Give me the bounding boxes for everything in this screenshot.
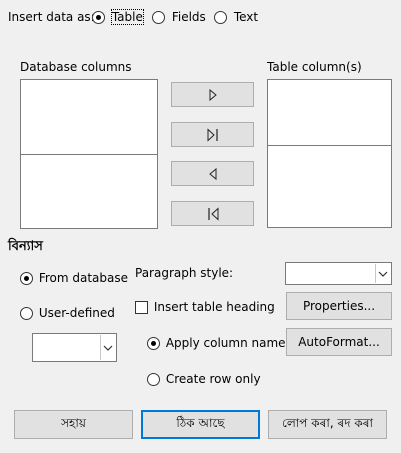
radio-create-row-only[interactable]: Create row only: [147, 371, 261, 387]
table-columns-label: Table column(s): [267, 60, 362, 74]
database-columns-label: Database columns: [20, 60, 132, 74]
radio-table-label: Table: [110, 9, 144, 25]
chevron-down-icon[interactable]: [375, 264, 390, 283]
radio-text[interactable]: Text: [214, 9, 258, 25]
radio-table-indicator[interactable]: [92, 11, 105, 24]
radio-apply-column-name-indicator[interactable]: [147, 337, 160, 350]
table-columns-divider: [268, 145, 391, 146]
radio-user-defined[interactable]: User-defined: [20, 305, 115, 321]
insert-table-heading-label: Insert table heading: [153, 300, 275, 314]
insert-data-as-label: Insert data as:: [8, 10, 95, 24]
radio-apply-column-name-label: Apply column name: [165, 336, 286, 350]
move-all-right-icon: [207, 127, 219, 142]
database-columns-list[interactable]: [20, 79, 158, 229]
radio-create-row-only-indicator[interactable]: [147, 373, 160, 386]
help-button[interactable]: সহায়: [14, 410, 133, 439]
move-right-button[interactable]: [171, 82, 254, 107]
cancel-button[interactable]: লোপ কৰা, ৰদ কৰা: [268, 410, 387, 439]
format-heading: বিন্যাস: [8, 239, 43, 254]
paragraph-style-select[interactable]: [285, 262, 392, 285]
ok-button-label: ঠিক আছে: [176, 415, 225, 430]
chevron-down-icon[interactable]: [100, 335, 115, 360]
move-all-left-icon: [207, 206, 219, 221]
insert-table-heading-box[interactable]: [135, 301, 148, 314]
help-button-label: সহায়: [61, 415, 86, 430]
ok-button[interactable]: ঠিক আছে: [141, 410, 260, 439]
move-left-icon: [208, 167, 218, 180]
move-all-right-button[interactable]: [171, 122, 254, 147]
move-all-left-button[interactable]: [171, 201, 254, 226]
radio-from-database-indicator[interactable]: [20, 272, 33, 285]
radio-fields[interactable]: Fields: [152, 9, 206, 25]
autoformat-button-label: AutoFormat...: [298, 335, 380, 349]
user-defined-format-select[interactable]: [32, 333, 117, 362]
properties-button-label: Properties...: [302, 299, 376, 313]
radio-user-defined-label: User-defined: [38, 306, 115, 320]
radio-user-defined-indicator[interactable]: [20, 307, 33, 320]
radio-apply-column-name[interactable]: Apply column name: [147, 335, 286, 351]
radio-from-database[interactable]: From database: [20, 270, 128, 286]
radio-fields-indicator[interactable]: [152, 11, 165, 24]
paragraph-style-label: Paragraph style:: [135, 266, 234, 280]
move-left-button[interactable]: [171, 161, 254, 186]
move-right-icon: [208, 88, 218, 101]
autoformat-button[interactable]: AutoFormat...: [286, 328, 392, 356]
radio-fields-label: Fields: [171, 10, 206, 24]
insert-table-heading-checkbox[interactable]: Insert table heading: [135, 299, 275, 315]
radio-from-database-label: From database: [38, 271, 129, 285]
radio-create-row-only-label: Create row only: [165, 372, 261, 386]
cancel-button-label: লোপ কৰা, ৰদ কৰা: [281, 415, 374, 430]
table-columns-list[interactable]: [267, 79, 392, 228]
radio-table[interactable]: Table: [92, 9, 144, 25]
radio-text-indicator[interactable]: [214, 11, 227, 24]
radio-text-label: Text: [233, 10, 259, 24]
database-columns-divider: [21, 154, 157, 155]
properties-button[interactable]: Properties...: [286, 292, 392, 320]
